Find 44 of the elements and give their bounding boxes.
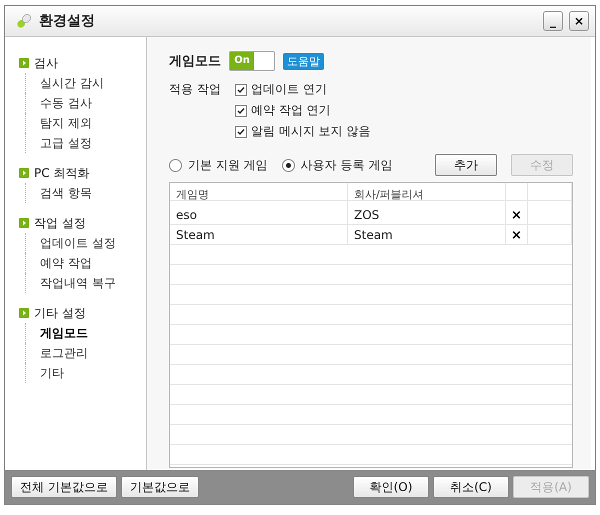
sidebar-group[interactable]: 검사 [34,54,58,72]
checkbox[interactable] [235,126,247,138]
sidebar-group[interactable]: 작업 설정 [34,214,86,232]
window-title: 환경설정 [39,12,96,30]
field-label: 적용 작업 [169,81,222,98]
column-header: 게임명 [170,183,348,205]
sidebar-item[interactable]: 작업내역 복구 [25,273,146,293]
delete-button[interactable]: × [511,208,522,222]
sidebar-group[interactable]: PC 최적화 [34,164,90,182]
sidebar-group[interactable]: 기타 설정 [34,304,86,322]
checkbox-option[interactable]: 예약 작업 연기 [235,102,573,119]
sidebar-item[interactable]: 수동 검사 [25,93,146,113]
sidebar-item[interactable]: 기타 [25,363,146,383]
sidebar-item[interactable]: 로그관리 [25,343,146,363]
pill-icon [15,12,33,30]
sidebar-item[interactable]: 실시간 감시 [25,73,146,93]
reset-button[interactable]: 기본값으로 [120,476,199,498]
checkbox[interactable] [235,104,247,116]
radio-option[interactable]: 사용자 등록 게임 [282,156,392,174]
radio-button[interactable] [169,158,182,172]
sidebar-item[interactable]: 게임모드 [25,323,146,343]
radio-button[interactable] [282,158,295,172]
checkbox-option[interactable]: 업데이트 연기 [235,81,573,98]
ok-button[interactable]: 확인(O) [353,476,429,498]
close-button[interactable]: × [569,11,589,31]
reset-button[interactable]: 전체 기본값으로 [11,476,117,498]
sidebar-item[interactable]: 고급 설정 [25,133,146,153]
sidebar-item[interactable]: 업데이트 설정 [25,233,146,253]
table-cell: eso [170,205,348,225]
checkbox-option[interactable]: 알림 메시지 보지 않음 [235,123,573,140]
sidebar-item[interactable]: 예약 작업 [25,253,146,273]
sidebar-item[interactable]: 검색 항목 [25,183,146,203]
table-cell: Steam [170,225,348,245]
radio-option[interactable]: 기본 지원 게임 [169,156,268,174]
add-button[interactable]: 추가 [435,154,497,176]
checkbox[interactable] [235,84,247,96]
sidebar-item[interactable]: 탐지 제외 [25,113,146,133]
minimize-button[interactable]: _ [543,11,563,31]
column-header: 회사/퍼블리셔 [348,183,506,205]
table-cell: Steam [348,225,506,245]
cancel-button[interactable]: 취소(C) [433,476,509,498]
table-cell: ZOS [348,205,506,225]
section-title: 게임모드 [169,53,221,70]
delete-button[interactable]: × [511,228,522,242]
